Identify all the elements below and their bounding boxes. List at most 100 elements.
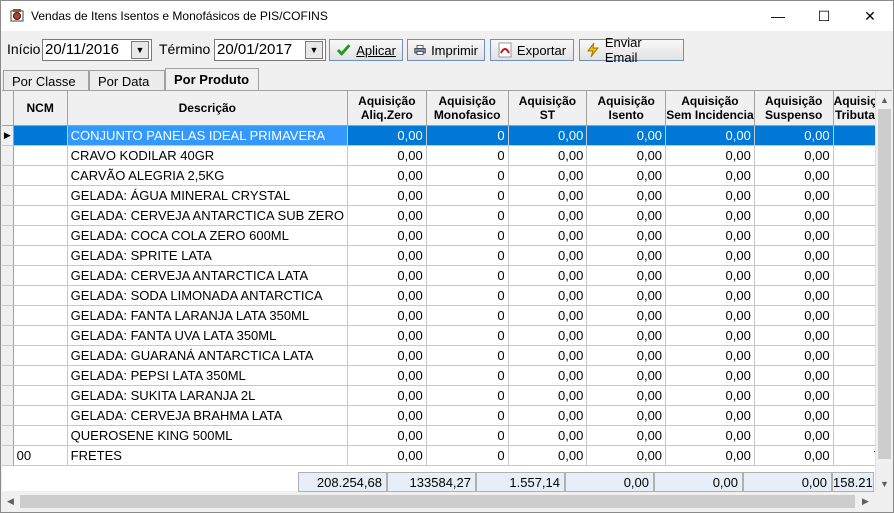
value-cell[interactable]: 0,00 [347, 125, 427, 146]
value-cell[interactable]: 0,00 [508, 385, 588, 406]
row-indicator[interactable] [2, 245, 14, 266]
value-cell[interactable]: 0,00 [586, 145, 667, 166]
table-row[interactable]: QUEROSENE KING 500ML 0,00 0 0,00 0,00 0,00 0,0… [2, 425, 892, 446]
tab-por-data[interactable]: Por Data [89, 70, 165, 90]
row-indicator[interactable] [2, 225, 14, 246]
value-cell[interactable]: 0 [426, 425, 509, 446]
ncm-cell[interactable] [13, 305, 68, 326]
value-cell[interactable]: 0,00 [754, 305, 834, 326]
table-row[interactable]: CARVÃO ALEGRIA 2,5KG 0,00 0 0,00 0,00 0,00 0,0… [2, 165, 892, 186]
value-cell[interactable]: 0 [426, 365, 509, 386]
value-cell[interactable]: 0,00 [754, 125, 834, 146]
horizontal-scrollbar[interactable]: ◀ ▶ [2, 493, 892, 510]
description-cell[interactable]: GELADA: SPRITE LATA [67, 245, 348, 266]
table-row[interactable]: GELADA: FANTA LARANJA LATA 350ML 0,00 0 0,0… [2, 305, 892, 326]
ncm-cell[interactable]: 00 [13, 445, 68, 466]
description-cell[interactable]: GELADA: COCA COLA ZERO 600ML [67, 225, 348, 246]
description-cell[interactable]: GELADA: PEPSI LATA 350ML [67, 365, 348, 386]
value-cell[interactable]: 0,00 [347, 265, 427, 286]
value-cell[interactable]: 0 [426, 245, 509, 266]
value-cell[interactable]: 0,00 [754, 245, 834, 266]
ncm-cell[interactable] [13, 325, 68, 346]
table-row[interactable]: GELADA: COCA COLA ZERO 600ML 0,00 0 0,00 0,0… [2, 225, 892, 246]
table-row[interactable]: 00FRETES0,0000,000,000,000,0074 [2, 445, 892, 466]
value-cell[interactable]: 0,00 [665, 125, 755, 146]
value-cell[interactable]: 0,00 [665, 165, 755, 186]
row-indicator[interactable] [2, 325, 14, 346]
close-button[interactable]: ✕ [847, 1, 893, 31]
value-cell[interactable]: 0 [426, 405, 509, 426]
value-cell[interactable]: 0,00 [347, 185, 427, 206]
description-cell[interactable]: GELADA: ÁGUA MINERAL CRYSTAL [67, 185, 348, 206]
row-indicator[interactable] [2, 145, 14, 166]
value-cell[interactable]: 0,00 [347, 325, 427, 346]
value-cell[interactable]: 0,00 [586, 285, 667, 306]
value-cell[interactable]: 0 [426, 185, 509, 206]
value-cell[interactable]: 0,00 [347, 405, 427, 426]
value-cell[interactable]: 0,00 [665, 425, 755, 446]
row-indicator[interactable] [2, 385, 14, 406]
value-cell[interactable]: 0,00 [586, 405, 667, 426]
value-cell[interactable]: 0,00 [665, 285, 755, 306]
value-cell[interactable]: 0,00 [754, 325, 834, 346]
table-row[interactable]: GELADA: PEPSI LATA 350ML 0,00 0 0,00 0,00 0,0… [2, 365, 892, 386]
description-cell[interactable]: FRETES [67, 445, 348, 466]
ncm-cell[interactable] [13, 285, 68, 306]
value-cell[interactable]: 0,00 [347, 345, 427, 366]
value-cell[interactable]: 0 [426, 385, 509, 406]
exportar-button[interactable]: Exportar [490, 39, 574, 61]
description-cell[interactable]: CONJUNTO PANELAS IDEAL PRIMAVERA [67, 125, 348, 146]
value-cell[interactable]: 0,00 [665, 405, 755, 426]
value-cell[interactable]: 0,00 [347, 425, 427, 446]
table-row[interactable]: GELADA: CERVEJA ANTARCTICA SUB ZERO 0,00 0… [2, 205, 892, 226]
value-cell[interactable]: 0,00 [347, 365, 427, 386]
row-indicator[interactable] [2, 185, 14, 206]
value-cell[interactable]: 0,00 [754, 205, 834, 226]
table-row[interactable]: GELADA: SUKITA LARANJA 2L 0,00 0 0,00 0,00 0,… [2, 385, 892, 406]
value-cell[interactable]: 0,00 [665, 265, 755, 286]
value-cell[interactable]: 0,00 [586, 225, 667, 246]
row-indicator[interactable] [2, 285, 14, 306]
value-cell[interactable]: 0,00 [508, 325, 588, 346]
row-indicator[interactable] [2, 445, 14, 466]
value-cell[interactable]: 0,00 [347, 445, 427, 466]
value-cell[interactable]: 0,00 [754, 405, 834, 426]
value-cell[interactable]: 0,00 [754, 425, 834, 446]
table-row[interactable]: GELADA: CERVEJA BRAHMA LATA 0,00 0 0,00 0,00… [2, 405, 892, 426]
vertical-scroll-thumb[interactable] [878, 109, 891, 459]
description-cell[interactable]: GELADA: FANTA LARANJA LATA 350ML [67, 305, 348, 326]
value-cell[interactable]: 0,00 [586, 325, 667, 346]
column-header[interactable]: Descrição [67, 91, 348, 126]
value-cell[interactable]: 0 [426, 345, 509, 366]
value-cell[interactable]: 0,00 [508, 425, 588, 446]
row-indicator[interactable] [2, 405, 14, 426]
value-cell[interactable]: 0,00 [347, 165, 427, 186]
table-row[interactable]: GELADA: SODA LIMONADA ANTARCTICA 0,00 0 0,0… [2, 285, 892, 306]
value-cell[interactable]: 0,00 [347, 245, 427, 266]
table-row[interactable]: CRAVO KODILAR 40GR 0,00 0 0,00 0,00 0,00 0,00 [2, 145, 892, 166]
table-row[interactable]: GELADA: ÁGUA MINERAL CRYSTAL 0,00 0 0,00 0,0… [2, 185, 892, 206]
value-cell[interactable]: 0 [426, 445, 509, 466]
description-cell[interactable]: GELADA: CERVEJA ANTARCTICA SUB ZERO [67, 205, 348, 226]
row-indicator[interactable] [2, 305, 14, 326]
value-cell[interactable]: 0 [426, 285, 509, 306]
value-cell[interactable]: 0,00 [586, 265, 667, 286]
value-cell[interactable]: 0,00 [508, 145, 588, 166]
description-cell[interactable]: GELADA: GUARANÁ ANTARCTICA LATA [67, 345, 348, 366]
value-cell[interactable]: 0,00 [665, 185, 755, 206]
value-cell[interactable]: 0,00 [508, 265, 588, 286]
value-cell[interactable]: 0,00 [508, 365, 588, 386]
value-cell[interactable]: 0,00 [586, 385, 667, 406]
value-cell[interactable]: 0,00 [586, 165, 667, 186]
value-cell[interactable]: 0,00 [347, 225, 427, 246]
value-cell[interactable]: 0,00 [586, 345, 667, 366]
ncm-cell[interactable] [13, 185, 68, 206]
value-cell[interactable]: 0,00 [508, 345, 588, 366]
value-cell[interactable]: 0,00 [508, 205, 588, 226]
ncm-cell[interactable] [13, 365, 68, 386]
row-indicator[interactable] [2, 205, 14, 226]
description-cell[interactable]: CRAVO KODILAR 40GR [67, 145, 348, 166]
value-cell[interactable]: 0,00 [508, 305, 588, 326]
description-cell[interactable]: CARVÃO ALEGRIA 2,5KG [67, 165, 348, 186]
ncm-cell[interactable] [13, 245, 68, 266]
